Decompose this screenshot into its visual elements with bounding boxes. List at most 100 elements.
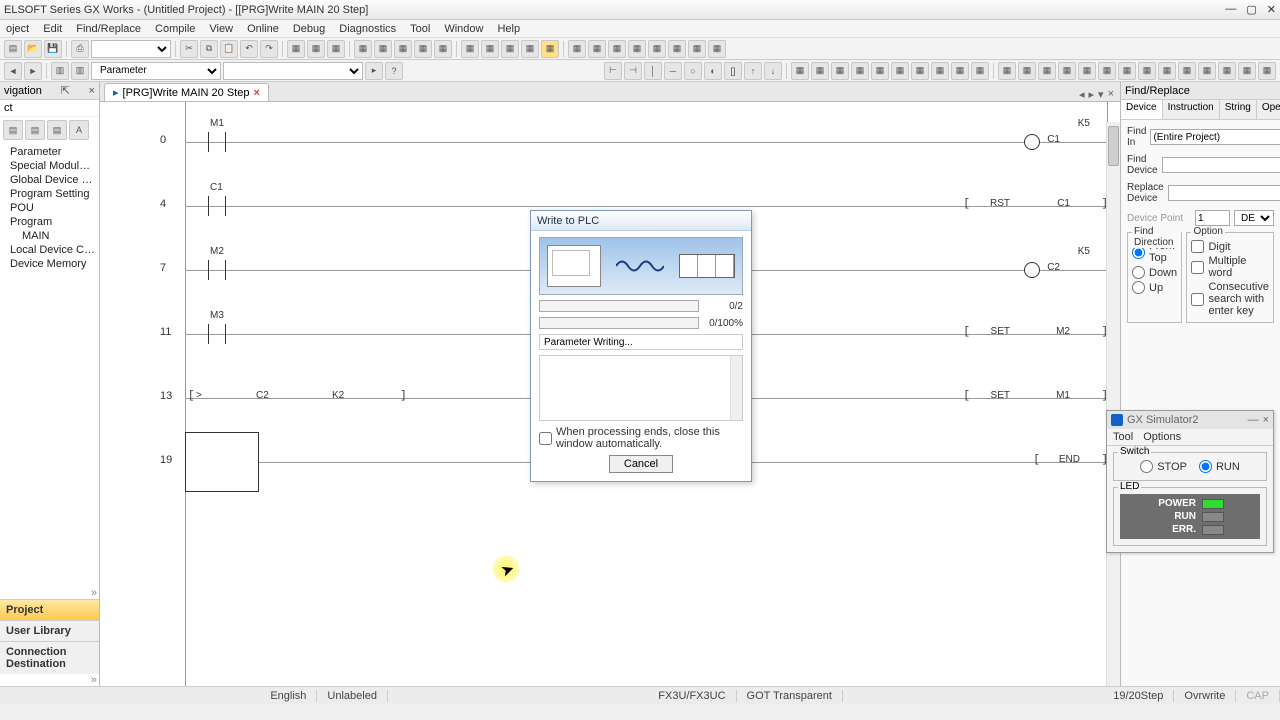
ld14-icon[interactable]: ▦ — [871, 62, 889, 80]
ld10-icon[interactable]: ▦ — [791, 62, 809, 80]
ld17-icon[interactable]: ▦ — [931, 62, 949, 80]
ld30-icon[interactable]: ▦ — [1198, 62, 1216, 80]
ld32-icon[interactable]: ▦ — [1238, 62, 1256, 80]
nav-back-icon[interactable]: ◄ — [4, 62, 22, 80]
cmp-open[interactable]: [ — [188, 390, 195, 402]
menu-online[interactable]: Online — [247, 23, 279, 35]
ld5-icon[interactable]: ○ — [684, 62, 702, 80]
contact-c1[interactable] — [202, 196, 232, 216]
tool-o-icon[interactable]: ▦ — [588, 40, 606, 58]
ld13-icon[interactable]: ▦ — [851, 62, 869, 80]
undo-icon[interactable]: ↶ — [240, 40, 258, 58]
contact-m1[interactable] — [202, 132, 232, 152]
tree-program-setting[interactable]: Program Setting — [0, 187, 99, 201]
find-tab-device[interactable]: Device — [1121, 100, 1163, 119]
tree-parameter[interactable]: Parameter — [0, 145, 99, 159]
copy-icon[interactable]: ⧉ — [200, 40, 218, 58]
sim-min-icon[interactable]: — — [1248, 414, 1259, 426]
dir-down[interactable]: Down — [1132, 265, 1177, 280]
sim-close-icon[interactable]: × — [1263, 414, 1269, 426]
nav-ic3-icon[interactable]: ▤ — [47, 120, 67, 140]
menu-view[interactable]: View — [209, 23, 233, 35]
out-set-m2[interactable]: [ — [963, 326, 970, 338]
open-icon[interactable]: 📂 — [24, 40, 42, 58]
tool-g-icon[interactable]: ▦ — [414, 40, 432, 58]
sim-stop-radio[interactable]: STOP — [1140, 459, 1187, 474]
sim-menu-options[interactable]: Options — [1143, 431, 1181, 443]
device-point-fmt[interactable]: DEC — [1234, 210, 1274, 226]
param-go-icon[interactable]: ▸ — [365, 62, 383, 80]
ld2-icon[interactable]: ⊣ — [624, 62, 642, 80]
param-icon[interactable]: ▥ — [51, 62, 69, 80]
toolbar-combo[interactable] — [91, 40, 171, 58]
save-icon[interactable]: 💾 — [44, 40, 62, 58]
ld4-icon[interactable]: ─ — [664, 62, 682, 80]
minimize-icon[interactable]: — — [1225, 3, 1236, 16]
ld25-icon[interactable]: ▦ — [1098, 62, 1116, 80]
out-set-m1[interactable]: [ — [963, 390, 970, 402]
tool-k-icon[interactable]: ▦ — [501, 40, 519, 58]
ld12-icon[interactable]: ▦ — [831, 62, 849, 80]
menu-window[interactable]: Window — [444, 23, 483, 35]
maximize-icon[interactable]: ▢ — [1246, 3, 1256, 16]
dir-up[interactable]: Up — [1132, 280, 1177, 295]
find-tab-openclose[interactable]: Open/Close C — [1257, 100, 1280, 119]
coil-c2[interactable] — [1024, 262, 1040, 278]
tool-t-icon[interactable]: ▦ — [688, 40, 706, 58]
find-tab-string[interactable]: String — [1220, 100, 1257, 119]
ld27-icon[interactable]: ▦ — [1138, 62, 1156, 80]
find-device-input[interactable] — [1162, 157, 1280, 173]
find-in-input[interactable] — [1150, 129, 1280, 145]
menu-help[interactable]: Help — [497, 23, 520, 35]
cut-icon[interactable]: ✂ — [180, 40, 198, 58]
device-point-input[interactable] — [1195, 210, 1230, 226]
tree-device-memory[interactable]: Device Memory — [0, 257, 99, 271]
ld15-icon[interactable]: ▦ — [891, 62, 909, 80]
ld8-icon[interactable]: ↑ — [744, 62, 762, 80]
ld29-icon[interactable]: ▦ — [1178, 62, 1196, 80]
menu-find[interactable]: Find/Replace — [76, 23, 141, 35]
tree-local-comment[interactable]: Local Device Commen — [0, 243, 99, 257]
tool-i-icon[interactable]: ▦ — [461, 40, 479, 58]
ld33-icon[interactable]: ▦ — [1258, 62, 1276, 80]
opt-digit[interactable]: Digit — [1191, 239, 1269, 254]
ld19-icon[interactable]: ▦ — [971, 62, 989, 80]
nav-ic2-icon[interactable]: ▤ — [25, 120, 45, 140]
tool-d-icon[interactable]: ▦ — [354, 40, 372, 58]
tool-q-icon[interactable]: ▦ — [628, 40, 646, 58]
opt-multi[interactable]: Multiple word — [1191, 254, 1269, 280]
tree-global-comment[interactable]: Global Device Comment — [0, 173, 99, 187]
tab-next-icon[interactable]: ▸ — [1089, 88, 1095, 101]
editor-tab[interactable]: ▸ [PRG]Write MAIN 20 Step × — [104, 83, 269, 101]
tool-p-icon[interactable]: ▦ — [608, 40, 626, 58]
empty-block[interactable] — [185, 432, 259, 492]
sim-menu-tool[interactable]: Tool — [1113, 431, 1133, 443]
parameter-value-select[interactable] — [223, 62, 363, 80]
contact-m2[interactable] — [202, 260, 232, 280]
param2-icon[interactable]: ▥ — [71, 62, 89, 80]
ld11-icon[interactable]: ▦ — [811, 62, 829, 80]
navtab-userlib[interactable]: User Library — [0, 620, 99, 641]
paste-icon[interactable]: 📋 — [220, 40, 238, 58]
ld9-icon[interactable]: ↓ — [764, 62, 782, 80]
tool-m-icon[interactable]: ▦ — [541, 40, 559, 58]
new-icon[interactable]: ▤ — [4, 40, 22, 58]
tool-b-icon[interactable]: ▦ — [307, 40, 325, 58]
tool-j-icon[interactable]: ▦ — [481, 40, 499, 58]
tool-c-icon[interactable]: ▦ — [327, 40, 345, 58]
tool-h-icon[interactable]: ▦ — [434, 40, 452, 58]
ld28-icon[interactable]: ▦ — [1158, 62, 1176, 80]
parameter-select[interactable]: Parameter — [91, 62, 221, 80]
ld6-icon[interactable]: ◐ — [704, 62, 722, 80]
navigation-close-icon[interactable]: × — [89, 85, 95, 97]
contact-m3[interactable] — [202, 324, 232, 344]
tool-l-icon[interactable]: ▦ — [521, 40, 539, 58]
navtab-project[interactable]: Project — [0, 599, 99, 620]
tree-program[interactable]: Program — [0, 215, 99, 229]
navigation-pin-icon[interactable]: ⇱ — [61, 84, 70, 97]
tree-special-module[interactable]: Special Module(Intelligent — [0, 159, 99, 173]
ld31-icon[interactable]: ▦ — [1218, 62, 1236, 80]
editor-tab-close-icon[interactable]: × — [253, 87, 259, 99]
cancel-button[interactable]: Cancel — [609, 455, 673, 473]
replace-device-input[interactable] — [1168, 185, 1280, 201]
